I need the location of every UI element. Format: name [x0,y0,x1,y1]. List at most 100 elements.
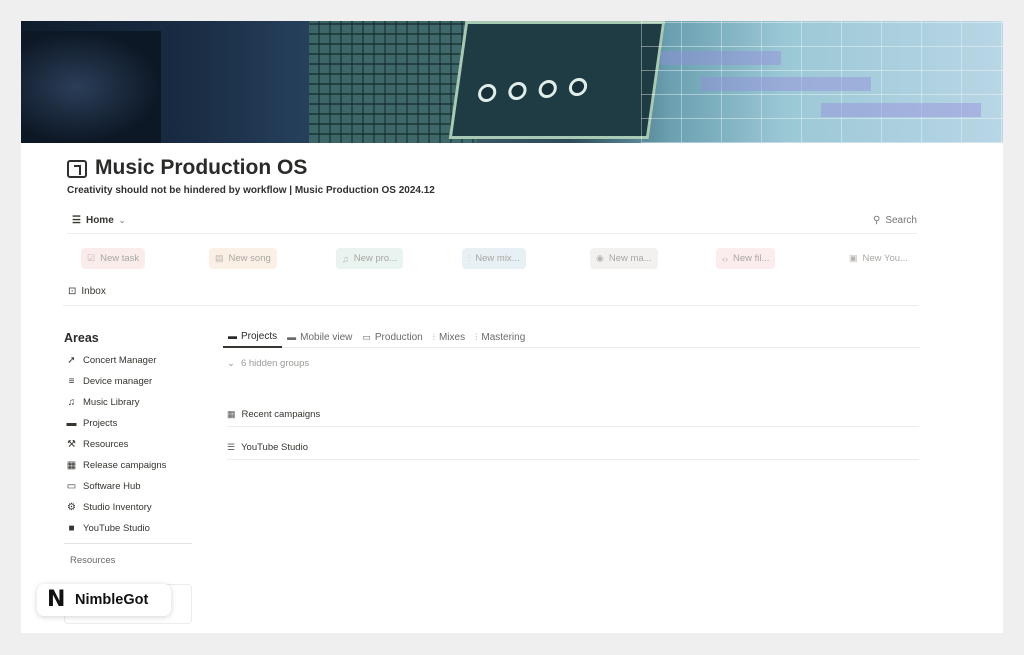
cover-knob [537,80,558,98]
folder-icon: ▬ [66,418,77,429]
sliders-icon: ⫶ [468,253,471,263]
button-label: New task [100,253,140,264]
group-row-youtube-studio[interactable]: ☰ YouTube Studio [227,435,919,460]
cover-plugin-panel [448,21,666,139]
inbox-icon: ⊡ [68,286,77,297]
divider [63,305,918,306]
tab-label: Mastering [481,331,526,343]
inbox-link[interactable]: ⊡ Inbox [68,286,106,297]
button-label: New pro... [353,253,398,264]
document-icon: ▤ [215,253,224,263]
code-icon: ‹› [722,253,728,264]
video-icon: ▣ [849,253,858,263]
tab-label: Mobile view [300,331,353,343]
areas-partial-label[interactable]: Resources [70,555,115,566]
folder-icon: ▬ [287,332,297,342]
wrench-icon: ⚒ [67,439,76,450]
area-label: Device manager [83,376,153,387]
area-label: Software Hub [83,481,141,492]
view-bar: ☰ Home ⌄ ⚲ Search [67,212,917,234]
tab-mixes[interactable]: ⫶ Mixes [428,326,470,348]
sliders-icon: ⫶ [432,331,435,342]
area-item-youtube-studio[interactable]: ■ YouTube Studio [66,518,192,539]
music-icon: ♫ [342,253,349,264]
area-label: YouTube Studio [83,523,150,534]
area-item-projects[interactable]: ▬ Projects [66,413,192,434]
tab-label: Mixes [438,331,466,343]
new-song-button[interactable]: ▤ New song [209,248,277,269]
area-item-device-manager[interactable]: ≡ Device manager [66,371,192,392]
areas-list: ➚ Concert Manager ≡ Device manager ♫ Music … [66,350,192,539]
tab-mobile-view[interactable]: ▬ Mobile view [282,326,357,348]
tab-label: Projects [241,330,278,342]
cover-roll-note [661,51,781,65]
checkbox-icon: ☑ [87,253,96,263]
gears-icon: ⚙ [67,502,76,513]
cover-knob [476,84,498,102]
megaphone-icon: ➚ [67,355,76,366]
button-label: New mix... [475,253,520,264]
new-project-button[interactable]: ♫ New pro... [336,248,404,269]
cover-roll-note [701,77,871,91]
group-row-recent-campaigns[interactable]: ▦ Recent campaigns [227,402,919,427]
area-label: Resources [83,439,129,450]
brand-badge: N NimbleGot [37,584,171,616]
database-icon: ≡ [68,376,75,387]
tab-projects[interactable]: ▬ Projects [223,326,283,348]
area-label: Projects [83,418,118,429]
view-selector[interactable]: ☰ Home ⌄ [72,215,125,226]
music-note-icon[interactable] [67,160,87,178]
new-master-button[interactable]: ◉ New ma... [590,248,658,269]
table-icon: ▦ [227,408,236,419]
area-label: Studio Inventory [83,502,152,513]
new-youtube-button[interactable]: ▣ New You... [843,248,914,269]
brand-logo: N [47,587,66,612]
tab-production[interactable]: ▭ Production [357,326,427,348]
area-item-music-library[interactable]: ♫ Music Library [66,392,192,413]
cover-knob [567,78,589,96]
new-mix-button[interactable]: ⫶ New mix... [462,248,526,269]
area-item-concert-manager[interactable]: ➚ Concert Manager [66,350,192,371]
tab-mastering[interactable]: ⫶ Mastering [470,326,530,348]
area-label: Release campaigns [83,460,167,471]
laptop-icon: ▭ [362,331,371,342]
disc-icon: ◉ [596,253,604,263]
folder-icon: ▬ [228,331,237,341]
table-icon: ▦ [66,460,77,471]
search-icon: ⚲ [872,215,881,226]
browser-icon: ▭ [66,481,77,492]
divider [64,543,192,544]
page-subtitle: Creativity should not be hindered by wor… [67,185,435,196]
area-item-studio-inventory[interactable]: ⚙ Studio Inventory [66,497,192,518]
hidden-groups-toggle[interactable]: ⌄ 6 hidden groups [227,358,309,369]
chevron-down-icon: ⌄ [227,358,235,369]
page-title[interactable]: Music Production OS [95,156,307,180]
area-item-software-hub[interactable]: ▭ Software Hub [66,476,192,497]
button-label: New You... [862,253,908,264]
database-tabs: ▬ Projects ▬ Mobile view ▭ Production ⫶ Mixe… [223,326,920,348]
tab-label: Production [374,331,423,343]
cover-image[interactable] [21,21,1003,143]
group-label: Recent campaigns [241,408,321,420]
chevron-down-icon: ⌄ [118,216,126,225]
area-item-resources[interactable]: ⚒ Resources [66,434,192,455]
area-item-release-campaigns[interactable]: ▦ Release campaigns [66,455,192,476]
new-file-button[interactable]: ‹› New fil... [716,248,776,269]
music-icon: ♫ [67,397,76,408]
cover-knob [507,82,528,100]
list-icon: ☰ [227,441,236,452]
button-label: New fil... [733,253,770,264]
brand-name: NimbleGot [75,592,149,608]
cover-roll-note [821,103,981,117]
search-label: Search [885,215,917,226]
list-icon: ☰ [72,215,81,226]
area-label: Music Library [83,397,140,408]
quick-actions: ☑ New task ▤ New song ♫ New pro... ⫶ New… [63,248,923,270]
cover-piano-roll [641,21,1003,143]
search-button[interactable]: ⚲ Search [873,215,917,226]
group-label: YouTube Studio [241,441,308,453]
view-label: Home [85,215,114,226]
new-task-button[interactable]: ☑ New task [81,248,146,269]
sliders-icon: ⫶ [475,331,478,342]
button-label: New song [228,253,271,264]
